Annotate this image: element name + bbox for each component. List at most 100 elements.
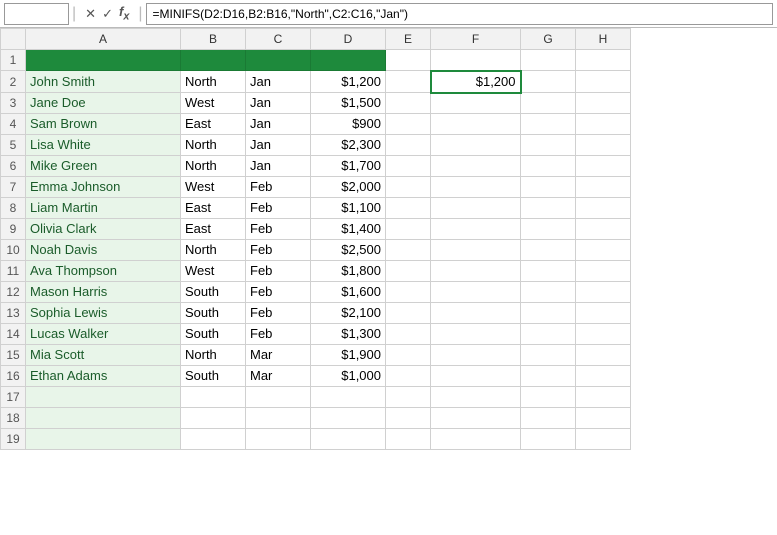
cell-h19[interactable]: [576, 429, 631, 450]
cell-f7[interactable]: [431, 177, 521, 198]
cell-g3[interactable]: [521, 93, 576, 114]
col-header-h[interactable]: H: [576, 29, 631, 50]
cell-a10[interactable]: Noah Davis: [26, 240, 181, 261]
col-header-e[interactable]: E: [386, 29, 431, 50]
cell-c18[interactable]: [246, 408, 311, 429]
cancel-icon[interactable]: ✕: [83, 4, 98, 24]
cell-a19[interactable]: [26, 429, 181, 450]
col-header-d[interactable]: D: [311, 29, 386, 50]
cell-f2[interactable]: $1,200: [431, 71, 521, 93]
cell-f5[interactable]: [431, 135, 521, 156]
cell-h15[interactable]: [576, 345, 631, 366]
function-icon[interactable]: fx: [117, 2, 131, 25]
cell-f16[interactable]: [431, 366, 521, 387]
cell-h11[interactable]: [576, 261, 631, 282]
cell-d8[interactable]: $1,100: [311, 198, 386, 219]
cell-b15[interactable]: North: [181, 345, 246, 366]
cell-a17[interactable]: [26, 387, 181, 408]
cell-b6[interactable]: North: [181, 156, 246, 177]
cell-c14[interactable]: Feb: [246, 324, 311, 345]
cell-f4[interactable]: [431, 114, 521, 135]
cell-f10[interactable]: [431, 240, 521, 261]
cell-e17[interactable]: [386, 387, 431, 408]
cell-f12[interactable]: [431, 282, 521, 303]
cell-b9[interactable]: East: [181, 219, 246, 240]
cell-c5[interactable]: Jan: [246, 135, 311, 156]
cell-e18[interactable]: [386, 408, 431, 429]
cell-c15[interactable]: Mar: [246, 345, 311, 366]
cell-e7[interactable]: [386, 177, 431, 198]
cell-f6[interactable]: [431, 156, 521, 177]
cell-c4[interactable]: Jan: [246, 114, 311, 135]
cell-c2[interactable]: Jan: [246, 71, 311, 93]
cell-a2[interactable]: John Smith: [26, 71, 181, 93]
cell-d18[interactable]: [311, 408, 386, 429]
cell-c6[interactable]: Jan: [246, 156, 311, 177]
cell-c10[interactable]: Feb: [246, 240, 311, 261]
header-region[interactable]: [181, 50, 246, 71]
cell-g11[interactable]: [521, 261, 576, 282]
cell-b2[interactable]: North: [181, 71, 246, 93]
cell-c8[interactable]: Feb: [246, 198, 311, 219]
cell-e4[interactable]: [386, 114, 431, 135]
col-header-g[interactable]: G: [521, 29, 576, 50]
cell-h8[interactable]: [576, 198, 631, 219]
cell-c12[interactable]: Feb: [246, 282, 311, 303]
cell-g12[interactable]: [521, 282, 576, 303]
cell-h12[interactable]: [576, 282, 631, 303]
cell-b5[interactable]: North: [181, 135, 246, 156]
cell-f9[interactable]: [431, 219, 521, 240]
cell-e13[interactable]: [386, 303, 431, 324]
cell-a12[interactable]: Mason Harris: [26, 282, 181, 303]
cell-b11[interactable]: West: [181, 261, 246, 282]
cell-g6[interactable]: [521, 156, 576, 177]
cell-a8[interactable]: Liam Martin: [26, 198, 181, 219]
cell-e19[interactable]: [386, 429, 431, 450]
cell-h6[interactable]: [576, 156, 631, 177]
cell-c3[interactable]: Jan: [246, 93, 311, 114]
cell-a6[interactable]: Mike Green: [26, 156, 181, 177]
cell-f8[interactable]: [431, 198, 521, 219]
cell-f3[interactable]: [431, 93, 521, 114]
cell-e6[interactable]: [386, 156, 431, 177]
cell-e10[interactable]: [386, 240, 431, 261]
cell-d4[interactable]: $900: [311, 114, 386, 135]
cell-d6[interactable]: $1,700: [311, 156, 386, 177]
cell-b18[interactable]: [181, 408, 246, 429]
cell-h13[interactable]: [576, 303, 631, 324]
cell-f13[interactable]: [431, 303, 521, 324]
header-month[interactable]: [246, 50, 311, 71]
cell-h3[interactable]: [576, 93, 631, 114]
cell-a14[interactable]: Lucas Walker: [26, 324, 181, 345]
cell-e8[interactable]: [386, 198, 431, 219]
cell-c7[interactable]: Feb: [246, 177, 311, 198]
cell-e15[interactable]: [386, 345, 431, 366]
header-name[interactable]: [26, 50, 181, 71]
cell-e16[interactable]: [386, 366, 431, 387]
cell-b7[interactable]: West: [181, 177, 246, 198]
col-header-f[interactable]: F: [431, 29, 521, 50]
cell-b4[interactable]: East: [181, 114, 246, 135]
cell-e2[interactable]: [386, 71, 431, 93]
cell-g16[interactable]: [521, 366, 576, 387]
cell-d5[interactable]: $2,300: [311, 135, 386, 156]
cell-f11[interactable]: [431, 261, 521, 282]
cell-g1[interactable]: [521, 50, 576, 71]
cell-d16[interactable]: $1,000: [311, 366, 386, 387]
cell-f14[interactable]: [431, 324, 521, 345]
cell-h2[interactable]: [576, 71, 631, 93]
cell-c11[interactable]: Feb: [246, 261, 311, 282]
cell-h1[interactable]: [576, 50, 631, 71]
cell-b3[interactable]: West: [181, 93, 246, 114]
cell-d19[interactable]: [311, 429, 386, 450]
cell-h10[interactable]: [576, 240, 631, 261]
cell-e3[interactable]: [386, 93, 431, 114]
cell-b8[interactable]: East: [181, 198, 246, 219]
cell-a3[interactable]: Jane Doe: [26, 93, 181, 114]
cell-a7[interactable]: Emma Johnson: [26, 177, 181, 198]
cell-h9[interactable]: [576, 219, 631, 240]
cell-b14[interactable]: South: [181, 324, 246, 345]
cell-c16[interactable]: Mar: [246, 366, 311, 387]
cell-reference-box[interactable]: [4, 3, 69, 25]
cell-e12[interactable]: [386, 282, 431, 303]
